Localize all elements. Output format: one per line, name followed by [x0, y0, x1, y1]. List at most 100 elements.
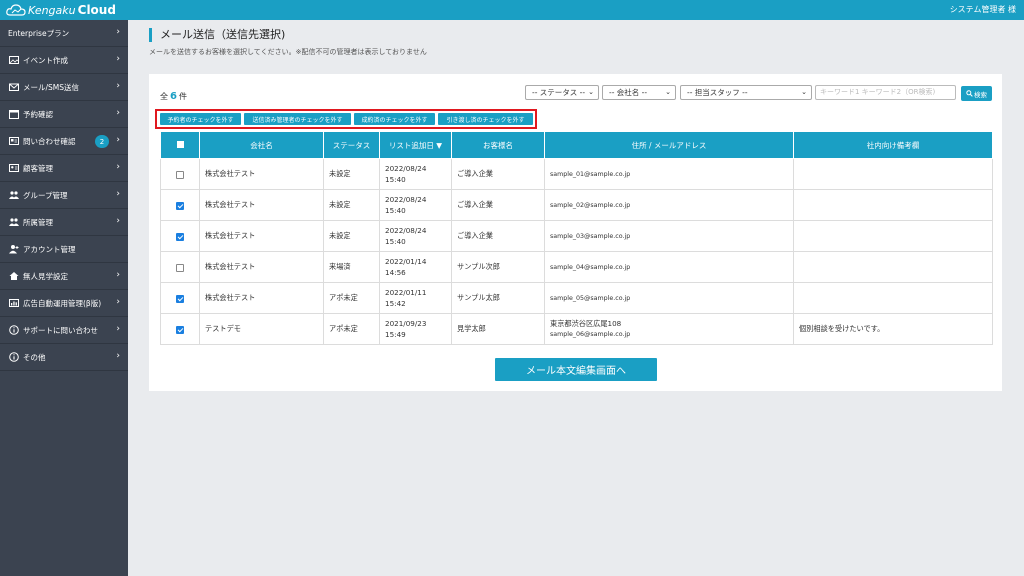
select-all-checkbox[interactable]	[176, 140, 184, 148]
chart-icon	[8, 298, 19, 309]
sidebar-item-label: 無人見学設定	[23, 271, 68, 281]
sidebar-item-inquiry[interactable]: 問い合わせ確認 2 ›	[0, 128, 128, 155]
staff-select-value: -- 担当スタッフ --	[687, 88, 748, 97]
table-row: テストデモ アポ未定 2021/09/23 15:49 見学太郎 東京都渋谷区広尾…	[160, 313, 993, 345]
sidebar-item-label: 問い合わせ確認	[23, 136, 76, 146]
chevron-right-icon: ›	[116, 324, 120, 334]
note-cell	[793, 158, 993, 190]
column-header-status[interactable]: ステータス	[323, 131, 380, 159]
chevron-right-icon: ›	[116, 216, 120, 226]
time: 15:40	[385, 237, 406, 246]
address: 東京都渋谷区広尾108	[550, 319, 622, 328]
chevron-down-icon: ⌄	[588, 88, 594, 96]
row-checkbox[interactable]	[176, 232, 184, 241]
sidebar-item-ads[interactable]: 広告自動運用管理(β版) ›	[0, 290, 128, 317]
company-cell: テストデモ	[199, 313, 324, 345]
inbox-icon	[8, 136, 19, 147]
sidebar-item-enterprise[interactable]: Enterpriseプラン ›	[0, 20, 128, 47]
count-value: 6	[170, 91, 177, 102]
calendar-icon	[8, 109, 19, 120]
status-cell: アポ未定	[323, 282, 380, 314]
column-header-date[interactable]: リスト追加日 ▼	[379, 131, 452, 159]
sidebar-item-label: 顧客管理	[23, 163, 53, 173]
column-header-company[interactable]: 会社名	[199, 131, 324, 159]
table-row: 株式会社テスト 未設定 2022/08/24 15:40 ご導入企業 sample…	[160, 220, 993, 252]
date-cell: 2022/01/11 15:42	[379, 282, 452, 314]
chevron-right-icon: ›	[116, 81, 120, 91]
logo-kengaku: Kengaku	[28, 3, 76, 17]
note-cell	[793, 189, 993, 221]
search-icon	[966, 90, 973, 97]
sidebar-item-customers[interactable]: 顧客管理 ›	[0, 155, 128, 182]
address-email-cell: 東京都渋谷区広尾108 sample_06@sample.co.jp	[544, 313, 794, 345]
sidebar-item-event[interactable]: イベント作成 ›	[0, 47, 128, 74]
chevron-right-icon: ›	[116, 351, 120, 361]
status-select[interactable]: -- ステータス -- ⌄	[525, 85, 599, 100]
table-row: 株式会社テスト 未設定 2022/08/24 15:40 ご導入企業 sample…	[160, 158, 993, 190]
date-cell: 2022/01/14 14:56	[379, 251, 452, 283]
sidebar-item-mail[interactable]: メール/SMS送信 ›	[0, 74, 128, 101]
column-header-note[interactable]: 社内向け備考欄	[793, 131, 993, 159]
status-cell: 未設定	[323, 189, 380, 221]
row-select-cell	[160, 251, 200, 283]
edit-mail-body-button[interactable]: メール本文編集画面へ	[495, 358, 657, 381]
uncheck-contracted-button[interactable]: 成約済のチェックを外す	[354, 113, 435, 125]
time: 15:49	[385, 330, 406, 339]
email-cell: sample_03@sample.co.jp	[544, 220, 794, 252]
staff-select[interactable]: -- 担当スタッフ -- ⌄	[680, 85, 812, 100]
table-row: 株式会社テスト 未設定 2022/08/24 15:40 ご導入企業 sample…	[160, 189, 993, 221]
search-button[interactable]: 検索	[961, 86, 992, 101]
mail-icon	[8, 82, 19, 93]
user-name[interactable]: システム管理者 様	[950, 4, 1016, 15]
sidebar-item-other[interactable]: その他 ›	[0, 344, 128, 371]
chevron-right-icon: ›	[116, 108, 120, 118]
note-cell: 個別相談を受けたいです。	[793, 313, 993, 345]
table-row: 株式会社テスト アポ未定 2022/01/11 15:42 サンプル太郎 samp…	[160, 282, 993, 314]
customer-cell: 見学太郎	[451, 313, 545, 345]
company-select[interactable]: -- 会社名 -- ⌄	[602, 85, 676, 100]
logo-cloud: Cloud	[77, 3, 116, 17]
row-checkbox[interactable]	[176, 325, 184, 334]
sidebar-item-label: メール/SMS送信	[23, 82, 80, 92]
date: 2022/08/24	[385, 164, 427, 173]
home-icon	[8, 271, 19, 282]
sidebar-item-groups[interactable]: グループ管理 ›	[0, 182, 128, 209]
select-all-header[interactable]	[160, 131, 200, 159]
time: 15:40	[385, 206, 406, 215]
sidebar-item-label: アカウント管理	[23, 244, 76, 254]
table-row: 株式会社テスト 来場済 2022/01/14 14:56 サンプル次郎 sampl…	[160, 251, 993, 283]
date: 2022/01/14	[385, 257, 427, 266]
sidebar-item-affiliation[interactable]: 所属管理 ›	[0, 209, 128, 236]
chevron-right-icon: ›	[116, 270, 120, 280]
row-select-cell	[160, 189, 200, 221]
keyword-input[interactable]: キーワード1 キーワード2（OR検索)	[815, 85, 956, 100]
status-select-value: -- ステータス --	[532, 88, 586, 97]
row-select-cell	[160, 158, 200, 190]
row-checkbox[interactable]	[176, 170, 184, 179]
count-suffix: 件	[178, 92, 187, 101]
users-icon	[8, 190, 19, 201]
note-cell	[793, 251, 993, 283]
uncheck-sent-button[interactable]: 送信済み管理者のチェックを外す	[244, 113, 351, 125]
sidebar-item-support[interactable]: サポートに問い合わせ ›	[0, 317, 128, 344]
uncheck-delivered-button[interactable]: 引き渡し済のチェックを外す	[438, 113, 533, 125]
sidebar-item-label: 広告自動運用管理(β版)	[23, 298, 102, 308]
customer-cell: ご導入企業	[451, 189, 545, 221]
logo[interactable]: Kengaku Cloud	[6, 2, 116, 18]
column-header-customer[interactable]: お客様名	[451, 131, 545, 159]
user-plus-icon	[8, 244, 19, 255]
sidebar-item-reservation[interactable]: 予約確認 ›	[0, 101, 128, 128]
notification-badge: 2	[95, 135, 109, 148]
sidebar-item-unmanned-tour[interactable]: 無人見学設定 ›	[0, 263, 128, 290]
row-checkbox[interactable]	[176, 294, 184, 303]
chevron-right-icon: ›	[116, 54, 120, 64]
row-checkbox[interactable]	[176, 201, 184, 210]
row-checkbox[interactable]	[176, 263, 184, 272]
status-cell: 来場済	[323, 251, 380, 283]
uncheck-reserved-button[interactable]: 予約者のチェックを外す	[160, 113, 241, 125]
status-cell: 未設定	[323, 220, 380, 252]
chevron-down-icon: ⌄	[801, 88, 807, 96]
date: 2022/08/24	[385, 195, 427, 204]
sidebar-item-accounts[interactable]: アカウント管理	[0, 236, 128, 263]
column-header-address[interactable]: 住所 / メールアドレス	[544, 131, 794, 159]
